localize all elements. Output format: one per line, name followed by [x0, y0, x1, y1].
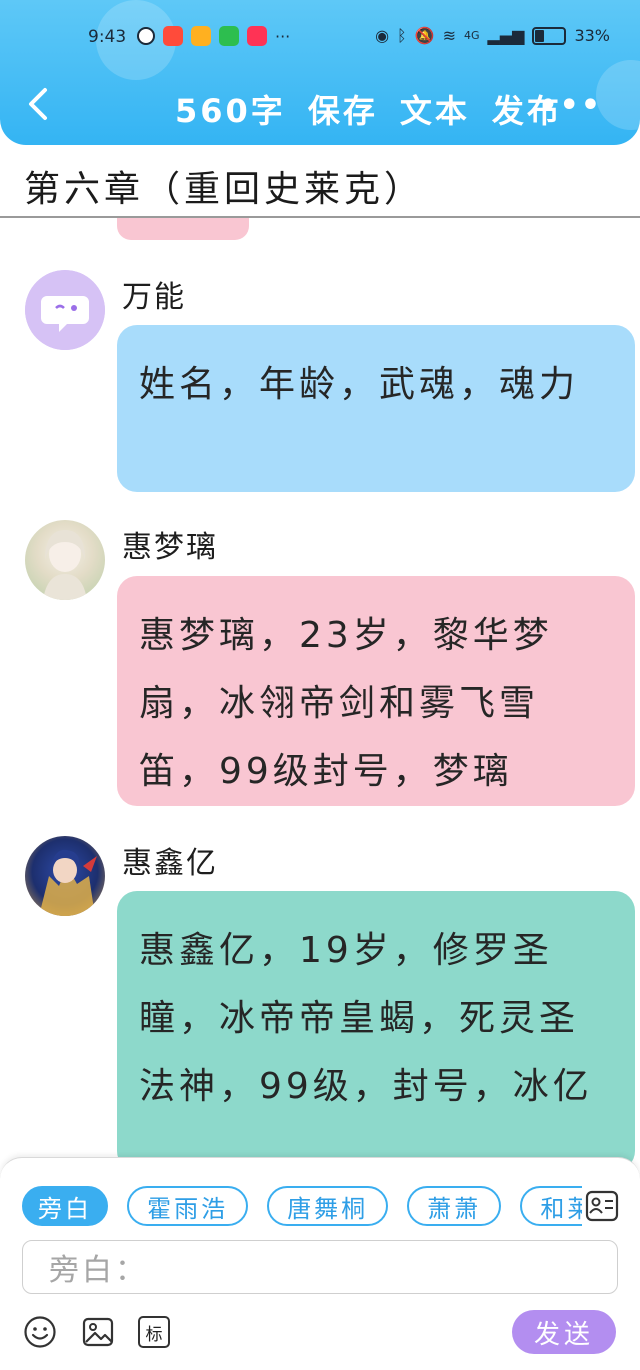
anime-girl-avatar[interactable] — [25, 520, 105, 600]
save-button[interactable]: 保存 — [308, 86, 378, 132]
nav-actions: 560字 保存 文本 发布 — [175, 86, 562, 132]
shopping-app-icon — [163, 26, 183, 46]
portrait-icon — [39, 849, 97, 916]
status-app-icons: ··· — [137, 26, 290, 46]
tag-label: 标 — [145, 1324, 163, 1345]
sender-name: 惠梦璃 — [122, 530, 218, 565]
top-bar: 9:43 ··· ◉ ᛒ 🔕 ≋ 4G ▂▄▆ 33% 560字 保存 文本 发… — [0, 0, 640, 145]
message-bubble[interactable]: 惠鑫亿，19岁，修罗圣瞳，冰帝帝皇蝎，死灵圣法神，99级，封号，冰亿 — [117, 891, 635, 1171]
message-bubble[interactable]: 姓名，年龄，武魂，魂力 — [117, 325, 635, 492]
battery-percent: 33% — [574, 26, 610, 45]
wifi-icon: ≋ — [442, 26, 456, 45]
role-chip-narrator[interactable]: 旁白 — [22, 1186, 108, 1226]
image-icon — [82, 1317, 114, 1347]
role-chip-tang-wutong[interactable]: 唐舞桐 — [267, 1186, 389, 1226]
composer-panel: 旁白 霍雨浩 唐舞桐 萧萧 和莱 旁白： — [0, 1157, 640, 1370]
nav-row: 560字 保存 文本 发布 ••• — [0, 78, 640, 138]
role-chip-xiaoxiao[interactable]: 萧萧 — [407, 1186, 502, 1226]
chevron-left-icon — [29, 88, 47, 120]
contacts-button[interactable] — [584, 1188, 620, 1224]
text-button[interactable]: 文本 — [400, 86, 470, 132]
more-horizontal-icon[interactable]: ••• — [538, 88, 602, 123]
partial-message-bubble — [117, 218, 249, 240]
more-notifications-icon: ··· — [275, 26, 291, 46]
notes-app-icon — [191, 26, 211, 46]
image-button[interactable] — [80, 1314, 116, 1350]
message-input[interactable]: 旁白： — [22, 1240, 618, 1294]
anime-boy-avatar[interactable] — [25, 836, 105, 916]
network-type: 4G — [463, 29, 480, 42]
emoji-button[interactable] — [22, 1314, 58, 1350]
contact-card-icon — [585, 1190, 619, 1222]
sender-name: 万能 — [122, 280, 186, 315]
emoji-icon — [24, 1316, 56, 1348]
send-button[interactable]: 发送 — [512, 1310, 616, 1354]
battery-icon — [532, 26, 567, 45]
signal-icon: ▂▄▆ — [487, 26, 525, 45]
bluetooth-icon: ᛒ — [397, 26, 407, 45]
back-button[interactable] — [18, 84, 58, 124]
chapter-title: 第六章（重回史莱克） — [24, 169, 425, 210]
mute-icon: 🔕 — [414, 26, 435, 45]
composer-toolbar: 标 — [22, 1314, 170, 1350]
message-bubble[interactable]: 惠梦璃，23岁，黎华梦扇，冰翎帝剑和雾飞雪笛，99级封号，梦璃 — [117, 576, 635, 806]
battery-fill — [535, 29, 545, 42]
clock-icon — [137, 27, 155, 45]
sender-name: 惠鑫亿 — [122, 846, 218, 881]
status-bar: 9:43 ··· ◉ ᛒ 🔕 ≋ 4G ▂▄▆ 33% — [0, 18, 640, 58]
eye-icon: ◉ — [375, 26, 390, 45]
title-divider — [0, 216, 640, 218]
wechat-icon — [219, 26, 239, 46]
role-selector: 旁白 霍雨浩 唐舞桐 萧萧 和莱 — [22, 1186, 582, 1228]
tag-button[interactable]: 标 — [138, 1316, 170, 1348]
xiaohongshu-icon — [247, 26, 267, 46]
input-placeholder: 旁白： — [49, 1253, 148, 1288]
chat-bot-avatar[interactable] — [25, 270, 105, 350]
status-time: 9:43 — [88, 27, 127, 47]
portrait-icon — [43, 530, 87, 600]
status-indicators: ◉ ᛒ 🔕 ≋ 4G ▂▄▆ 33% — [375, 26, 610, 45]
word-count: 560字 — [175, 92, 286, 130]
role-chip-huo-yuhao[interactable]: 霍雨浩 — [127, 1186, 249, 1226]
role-chip-he-lai[interactable]: 和莱 — [520, 1186, 582, 1226]
chat-bubble-icon — [25, 270, 105, 350]
